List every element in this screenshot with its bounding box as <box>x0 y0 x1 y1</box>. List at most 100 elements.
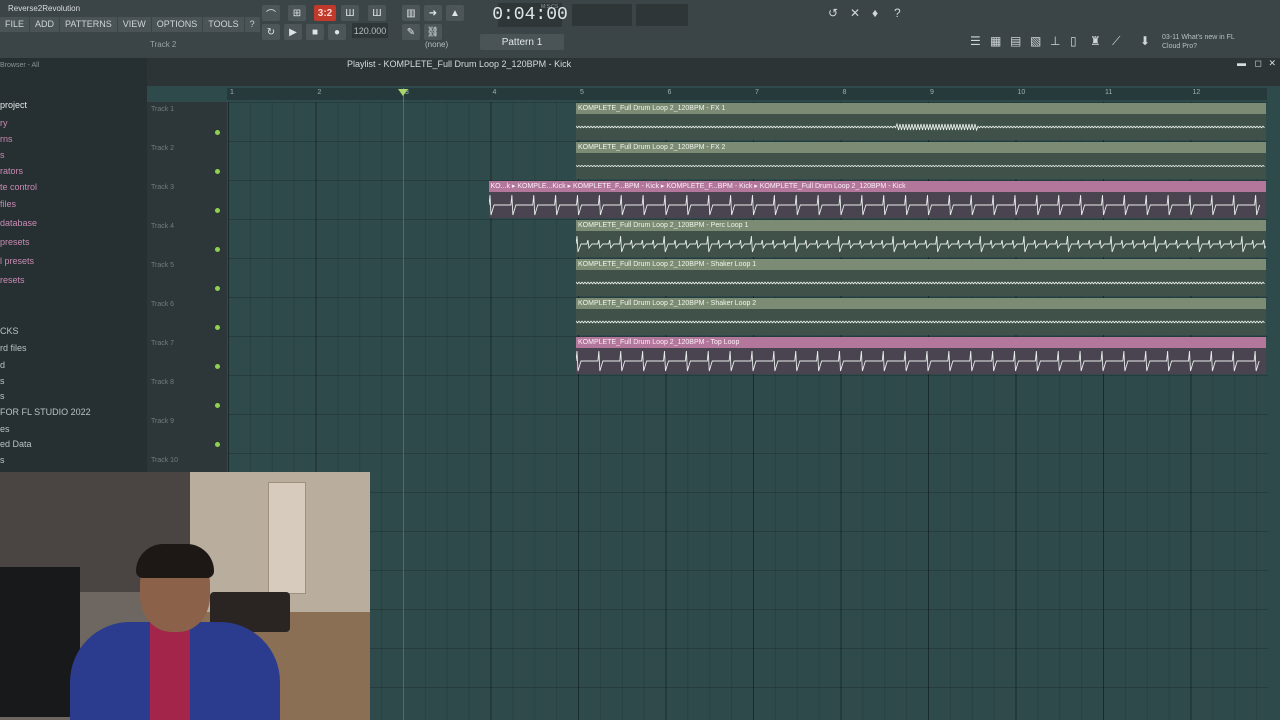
browser-item[interactable]: rd files <box>0 343 27 353</box>
track-header[interactable]: Track 2 <box>147 141 227 181</box>
browser-icon[interactable]: ▯ <box>1070 34 1077 48</box>
record-icon[interactable]: ● <box>328 24 346 40</box>
track-header[interactable]: Track 9 <box>147 414 227 454</box>
browser-item[interactable]: s <box>0 455 5 465</box>
browser-item[interactable]: es <box>0 424 10 434</box>
channel-rack-icon[interactable]: ▤ <box>1010 34 1021 48</box>
track-enable-led[interactable] <box>215 247 220 252</box>
browser-item[interactable]: l presets <box>0 256 34 266</box>
playlist-icon[interactable]: ☰ <box>970 34 981 48</box>
clip-label[interactable]: KOMPLETE_Full Drum Loop 2_120BPM - FX 2 <box>576 142 1266 153</box>
browser-header: Browser - All <box>0 62 40 69</box>
plugin-icon[interactable]: ⊥ <box>1050 34 1060 48</box>
menu-options[interactable]: OPTIONS <box>151 17 203 32</box>
browser-item[interactable]: d <box>0 360 5 370</box>
maximize-icon[interactable]: ◻ <box>1255 58 1262 69</box>
tempo-display[interactable]: 120.000 <box>352 23 388 38</box>
pattern-clip[interactable]: KOMPLETE_Full Drum Loop 2_120BPM - Shake… <box>576 298 1266 335</box>
menu-add[interactable]: ADD <box>30 17 60 32</box>
playlist-grid[interactable]: KOMPLETE_Full Drum Loop 2_120BPM - FX 1 K… <box>228 102 1268 720</box>
metronome-icon[interactable]: ⌒ <box>262 5 280 21</box>
clip-waveform-area <box>576 231 1266 257</box>
track-enable-led[interactable] <box>215 403 220 408</box>
track-header[interactable]: Track 5 <box>147 258 227 298</box>
keyboard-icon[interactable]: ▥ <box>402 5 420 21</box>
tools-icon[interactable]: ✕ <box>850 6 860 20</box>
clip-label[interactable]: KOMPLETE_Full Drum Loop 2_120BPM - Top L… <box>576 337 1266 348</box>
song-mode-button[interactable]: 3:2 <box>314 5 336 21</box>
browser-item[interactable]: project <box>0 100 27 110</box>
browser-item[interactable]: te control <box>0 182 37 192</box>
browser-item[interactable]: ry <box>0 118 8 128</box>
snap-selector[interactable]: (none) <box>425 40 448 49</box>
clip-label[interactable]: KOMPLETE_Full Drum Loop 2_120BPM - FX 1 <box>576 103 1266 114</box>
mic-icon[interactable]: ♦ <box>872 6 878 20</box>
browser-item[interactable]: CKS <box>0 326 19 336</box>
download-icon[interactable]: ⬇ <box>1140 34 1150 48</box>
menu-file[interactable]: FILE <box>0 17 30 32</box>
typing-icon[interactable]: ▲ <box>446 5 464 21</box>
pattern-clip[interactable]: KOMPLETE_Full Drum Loop 2_120BPM - Top L… <box>576 337 1266 374</box>
browser-item[interactable]: s <box>0 376 5 386</box>
track-enable-led[interactable] <box>215 169 220 174</box>
track-header[interactable]: Track 6 <box>147 297 227 337</box>
wait-icon[interactable]: ⊞ <box>288 5 306 21</box>
browser-item[interactable]: rators <box>0 166 23 176</box>
mixer-icon[interactable]: ▧ <box>1030 34 1041 48</box>
pattern-clip[interactable]: KOMPLETE_Full Drum Loop 2_120BPM - FX 2 <box>576 142 1266 179</box>
pattern-clip[interactable]: KOMPLETE_Full Drum Loop 2_120BPM - Shake… <box>576 259 1266 296</box>
track-enable-led[interactable] <box>215 130 220 135</box>
track-enable-led[interactable] <box>215 208 220 213</box>
clip-label[interactable]: KOMPLETE_Full Drum Loop 2_120BPM - Perc … <box>576 220 1266 231</box>
pattern-clip[interactable]: KOMPLETE_Full Drum Loop 2_120BPM - FX 1 <box>576 103 1266 140</box>
pencil-icon[interactable]: ✎ <box>402 24 420 40</box>
track-header[interactable]: Track 1 <box>147 102 227 142</box>
tempo-tap-icon[interactable]: ⟋ <box>1112 34 1120 49</box>
track-enable-led[interactable] <box>215 286 220 291</box>
help-icon[interactable]: ? <box>894 6 901 20</box>
clip-label[interactable]: KOMPLETE_Full Drum Loop 2_120BPM - Shake… <box>576 259 1266 270</box>
clip-label[interactable]: KO...k ▸ KOMPLE...Kick ▸ KOMPLETE_F...BP… <box>488 181 1266 192</box>
arrow-icon[interactable]: ➜ <box>424 5 442 21</box>
play-icon[interactable]: ▶ <box>284 24 302 40</box>
pattern-clip[interactable]: KO...k ▸ KOMPLE...Kick ▸ KOMPLETE_F...BP… <box>488 181 1266 218</box>
menu-view[interactable]: VIEW <box>117 17 151 32</box>
pattern-selector[interactable]: Pattern 1 <box>480 34 564 50</box>
loop-record-icon[interactable]: Ш <box>341 5 359 21</box>
browser-item[interactable]: rns <box>0 134 13 144</box>
browser-item[interactable]: s <box>0 150 5 160</box>
menu-help[interactable]: ? <box>244 17 260 32</box>
stop-icon[interactable]: ■ <box>306 24 324 40</box>
close-icon[interactable]: ✕ <box>1268 58 1276 69</box>
undo-icon[interactable]: ↺ <box>828 6 838 20</box>
track-name: Track 3 <box>151 184 175 191</box>
piano-roll-icon[interactable]: ▦ <box>990 34 1001 48</box>
browser-item[interactable]: FOR FL STUDIO 2022 <box>0 407 91 417</box>
pattern-clip[interactable]: KOMPLETE_Full Drum Loop 2_120BPM - Perc … <box>576 220 1266 257</box>
menu-patterns[interactable]: PATTERNS <box>60 17 117 32</box>
track-header[interactable]: Track 8 <box>147 375 227 415</box>
browser-item[interactable]: ed Data <box>0 439 32 449</box>
step-icon[interactable]: Ш <box>368 5 386 21</box>
loop-icon[interactable]: ↻ <box>262 24 280 40</box>
track-enable-led[interactable] <box>215 364 220 369</box>
browser-item[interactable]: presets <box>0 237 30 247</box>
browser-item[interactable]: s <box>0 391 5 401</box>
menu-tools[interactable]: TOOLS <box>203 17 244 32</box>
track-header[interactable]: Track 4 <box>147 219 227 259</box>
clip-label[interactable]: KOMPLETE_Full Drum Loop 2_120BPM - Shake… <box>576 298 1266 309</box>
playhead-marker[interactable] <box>398 89 408 96</box>
track-enable-led[interactable] <box>215 442 220 447</box>
plugin-db-icon[interactable]: ♜ <box>1090 34 1101 48</box>
timeline-ruler[interactable]: 1 2 3 4 5 6 7 8 9 10 11 12 <box>227 88 1267 100</box>
track-name: Track 9 <box>151 418 175 425</box>
browser-item[interactable]: resets <box>0 275 25 285</box>
minimize-icon[interactable]: ▬ <box>1237 58 1246 68</box>
browser-item[interactable]: files <box>0 199 16 209</box>
link-icon[interactable]: ⛓ <box>424 24 442 40</box>
track-header[interactable]: Track 3 <box>147 180 227 220</box>
browser-item[interactable]: database <box>0 218 37 228</box>
track-header[interactable]: Track 7 <box>147 336 227 376</box>
whats-new-link[interactable]: 03-11 What's new in FL Cloud Pro? <box>1162 33 1242 51</box>
track-enable-led[interactable] <box>215 325 220 330</box>
